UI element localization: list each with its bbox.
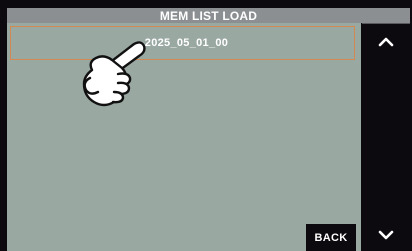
scroll-up-button[interactable] — [362, 23, 410, 59]
mem-list: 2025_05_01_00 — [7, 23, 361, 251]
chevron-up-icon — [378, 37, 394, 46]
scroll-track — [362, 59, 410, 219]
list-item-selected[interactable]: 2025_05_01_00 — [10, 26, 355, 60]
back-button-label: BACK — [314, 231, 348, 244]
title-text: MEM LIST LOAD — [159, 8, 258, 23]
screen: MEM LIST LOAD 2025_05_01_00 BACK — [0, 0, 412, 251]
chevron-down-icon — [378, 230, 394, 240]
screen-title: MEM LIST LOAD — [7, 8, 410, 23]
scroll-down-button[interactable] — [362, 219, 410, 251]
list-item-label: 2025_05_01_00 — [144, 37, 229, 49]
back-button[interactable]: BACK — [306, 224, 356, 251]
